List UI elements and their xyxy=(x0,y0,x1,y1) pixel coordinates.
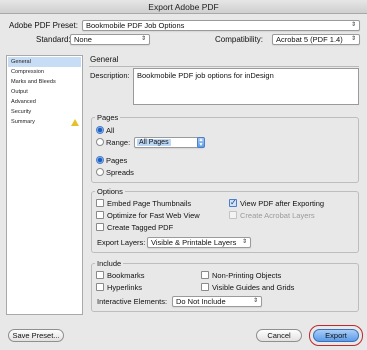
pages-option-label: Pages xyxy=(106,156,128,165)
guides-grids-checkbox[interactable] xyxy=(201,283,209,291)
sidebar-item-security[interactable]: Security xyxy=(8,107,81,117)
hyperlinks-label: Hyperlinks xyxy=(107,283,143,292)
sidebar-item-label: Summary xyxy=(11,119,35,125)
bookmarks-label: Bookmarks xyxy=(107,271,145,280)
sidebar-item-marks-and-bleeds[interactable]: Marks and Bleeds xyxy=(8,77,81,87)
range-value: All Pages xyxy=(137,139,171,146)
export-layers-select[interactable]: Visible & Printable Layers ⇕ xyxy=(147,237,251,248)
range-stepper[interactable]: ▲ ▼ xyxy=(197,137,205,148)
all-pages-label: All xyxy=(106,126,115,135)
sidebar-item-compression[interactable]: Compression xyxy=(8,67,81,77)
window-title: Export Adobe PDF xyxy=(0,0,367,14)
compatibility-value: Acrobat 5 (PDF 1.4) xyxy=(276,35,343,44)
category-sidebar: General Compression Marks and Bleeds Out… xyxy=(6,55,83,315)
section-heading: General xyxy=(90,55,119,64)
interactive-elements-label: Interactive Elements: xyxy=(97,297,168,306)
range-radio[interactable] xyxy=(96,138,104,146)
export-layers-value: Visible & Printable Layers xyxy=(151,238,237,247)
updown-arrows-icon: ⇕ xyxy=(140,36,146,42)
create-layers-checkbox xyxy=(229,211,237,219)
checkmark-icon: ✓ xyxy=(230,198,237,207)
all-pages-radio[interactable] xyxy=(96,126,104,134)
embed-thumbnails-label: Embed Page Thumbnails xyxy=(107,199,192,208)
description-label: Description: xyxy=(90,71,130,80)
preset-label: Adobe PDF Preset: xyxy=(9,21,78,30)
pages-group-label: Pages xyxy=(95,113,121,122)
preset-value: Bookmobile PDF Job Options xyxy=(86,21,185,30)
export-button[interactable]: Export xyxy=(313,329,359,342)
create-layers-label: Create Acrobat Layers xyxy=(240,211,315,220)
include-group-label: Include xyxy=(95,259,124,268)
chevron-down-icon: ▼ xyxy=(198,141,204,148)
nonprinting-label: Non-Printing Objects xyxy=(212,271,282,280)
pages-radio[interactable] xyxy=(96,156,104,164)
preset-select[interactable]: Bookmobile PDF Job Options ⇕ xyxy=(82,20,360,31)
cancel-button[interactable]: Cancel xyxy=(256,329,302,342)
optimize-web-label: Optimize for Fast Web View xyxy=(107,211,200,220)
updown-arrows-icon: ⇕ xyxy=(350,22,356,28)
view-after-export-checkbox[interactable]: ✓ xyxy=(229,199,237,207)
export-layers-label: Export Layers: xyxy=(97,238,146,247)
optimize-web-checkbox[interactable] xyxy=(96,211,104,219)
sidebar-item-advanced[interactable]: Advanced xyxy=(8,97,81,107)
sidebar-item-general[interactable]: General xyxy=(8,57,81,67)
view-after-export-label: View PDF after Exporting xyxy=(240,199,325,208)
standard-select[interactable]: None ⇕ xyxy=(70,34,150,45)
range-label: Range: xyxy=(106,138,131,147)
spreads-option-label: Spreads xyxy=(106,168,134,177)
tagged-pdf-checkbox[interactable] xyxy=(96,223,104,231)
standard-label: Standard: xyxy=(36,35,71,44)
tagged-pdf-label: Create Tagged PDF xyxy=(107,223,174,232)
compatibility-select[interactable]: Acrobat 5 (PDF 1.4) ⇕ xyxy=(272,34,360,45)
options-group-label: Options xyxy=(95,187,125,196)
compatibility-label: Compatibility: xyxy=(215,35,264,44)
hyperlinks-checkbox[interactable] xyxy=(96,283,104,291)
interactive-elements-value: Do Not Include xyxy=(176,297,226,306)
bookmarks-checkbox[interactable] xyxy=(96,271,104,279)
save-preset-button[interactable]: Save Preset... xyxy=(8,329,64,342)
spreads-radio[interactable] xyxy=(96,168,104,176)
divider xyxy=(89,66,359,67)
interactive-elements-select[interactable]: Do Not Include ⇕ xyxy=(172,296,262,307)
updown-arrows-icon: ⇕ xyxy=(241,239,247,245)
guides-grids-label: Visible Guides and Grids xyxy=(212,283,295,292)
nonprinting-checkbox[interactable] xyxy=(201,271,209,279)
warning-icon xyxy=(71,119,79,126)
sidebar-item-output[interactable]: Output xyxy=(8,87,81,97)
standard-value: None xyxy=(74,35,92,44)
range-input[interactable]: All Pages xyxy=(134,137,204,148)
sidebar-item-summary[interactable]: Summary xyxy=(8,117,81,127)
updown-arrows-icon: ⇕ xyxy=(252,298,258,304)
description-value: Bookmobile PDF job options for inDesign xyxy=(137,71,274,80)
embed-thumbnails-checkbox[interactable] xyxy=(96,199,104,207)
description-field[interactable]: Bookmobile PDF job options for inDesign xyxy=(133,68,359,105)
updown-arrows-icon: ⇕ xyxy=(350,36,356,42)
